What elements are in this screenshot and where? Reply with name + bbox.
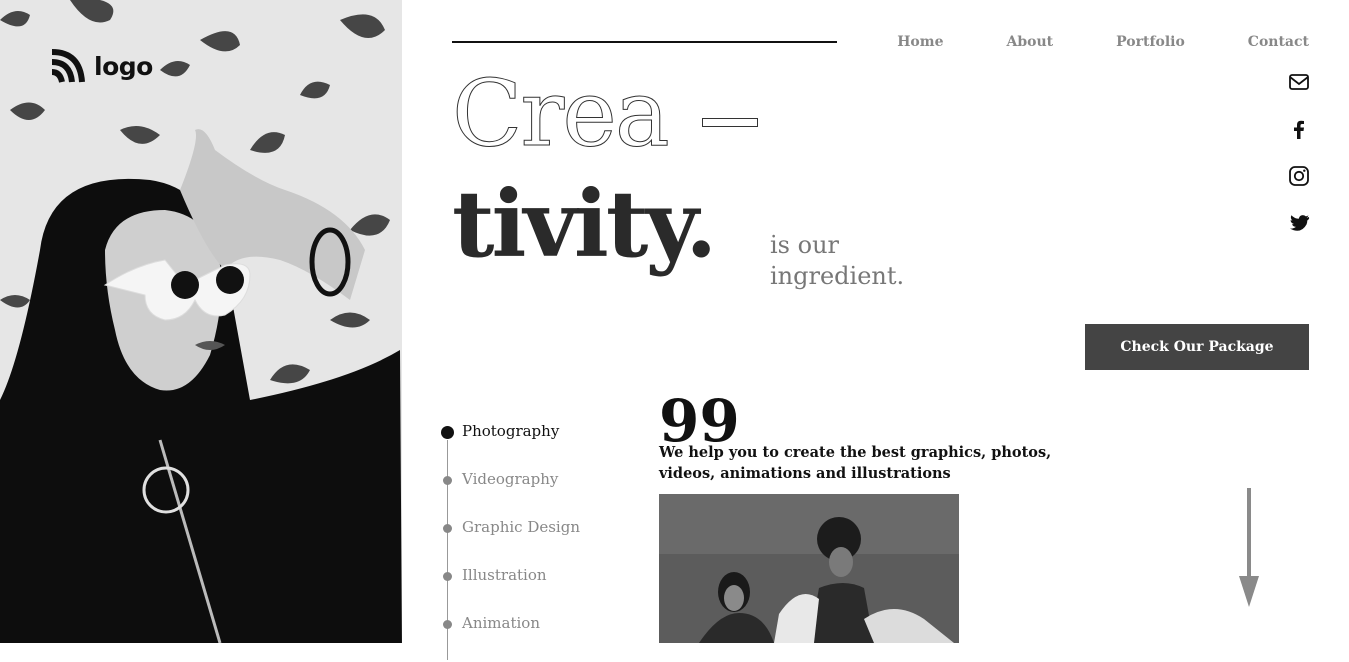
service-item-videography[interactable]: Videography (440, 470, 580, 518)
tagline: is our ingredient. (770, 231, 905, 290)
facebook-icon[interactable] (1287, 117, 1311, 141)
service-item-photography[interactable]: Photography (440, 422, 580, 470)
service-label: Videography (462, 470, 559, 488)
nav-portfolio[interactable]: Portfolio (1116, 34, 1185, 50)
header-divider (452, 41, 837, 43)
nav-contact[interactable]: Contact (1248, 34, 1309, 50)
nav-about[interactable]: About (1006, 34, 1053, 50)
active-bullet-icon (441, 426, 454, 439)
featured-photo (659, 494, 959, 643)
quote-text: We help you to create the best graphics,… (659, 444, 1052, 482)
service-item-animation[interactable]: Animation (440, 614, 580, 662)
headline-bold: tivity. (452, 170, 717, 278)
service-label: Animation (462, 614, 540, 632)
headline-outline: Crea (452, 60, 671, 167)
quote-mark-icon: 99 (659, 387, 740, 455)
hero-photo-illustration (0, 0, 402, 643)
bullet-icon (443, 476, 452, 485)
nav-home[interactable]: Home (897, 34, 943, 50)
hero-photo: logo (0, 0, 402, 643)
social-links (1287, 70, 1311, 235)
bullet-icon (443, 572, 452, 581)
service-label: Graphic Design (462, 518, 580, 536)
logo[interactable]: logo (50, 48, 153, 84)
service-label: Illustration (462, 566, 547, 584)
headline-dash (702, 118, 758, 127)
services-list: Photography Videography Graphic Design I… (440, 422, 580, 662)
featured-photo-illustration (659, 494, 959, 643)
twitter-icon[interactable] (1287, 211, 1311, 235)
main-nav: Home About Portfolio Contact (897, 34, 1309, 50)
logo-text: logo (94, 51, 153, 81)
service-label: Photography (462, 422, 560, 440)
logo-icon (51, 49, 85, 83)
bullet-icon (443, 524, 452, 533)
instagram-icon[interactable] (1287, 164, 1311, 188)
mail-icon[interactable] (1287, 70, 1311, 94)
service-item-graphic-design[interactable]: Graphic Design (440, 518, 580, 566)
scroll-down-arrow-icon[interactable] (1238, 488, 1260, 612)
service-item-illustration[interactable]: Illustration (440, 566, 580, 614)
bullet-icon (443, 620, 452, 629)
check-package-button[interactable]: Check Our Package (1085, 324, 1309, 370)
